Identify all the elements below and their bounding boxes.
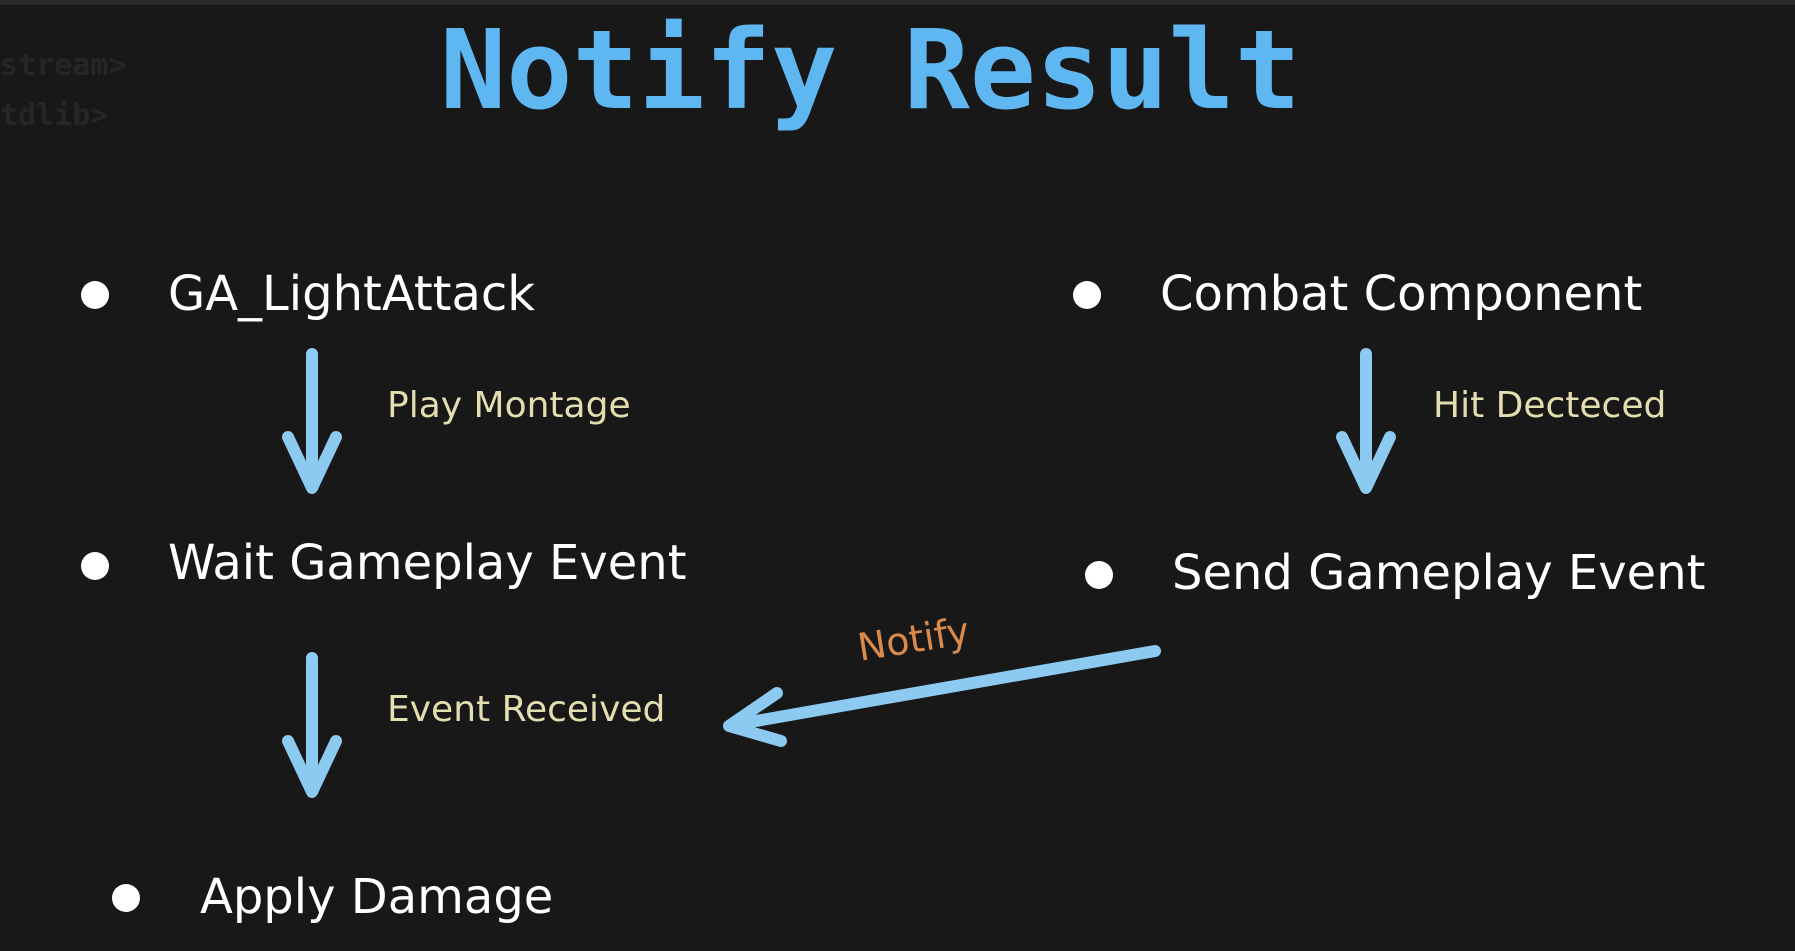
slide: stream> tdlib> Notify Result GA_LightAtt… xyxy=(0,0,1795,951)
arrow-event-received xyxy=(282,652,342,798)
arrow-play-montage xyxy=(282,348,342,494)
arrows-layer xyxy=(282,348,1396,798)
arrow-notify xyxy=(723,645,1161,747)
arrow-hit-detected xyxy=(1336,348,1396,494)
